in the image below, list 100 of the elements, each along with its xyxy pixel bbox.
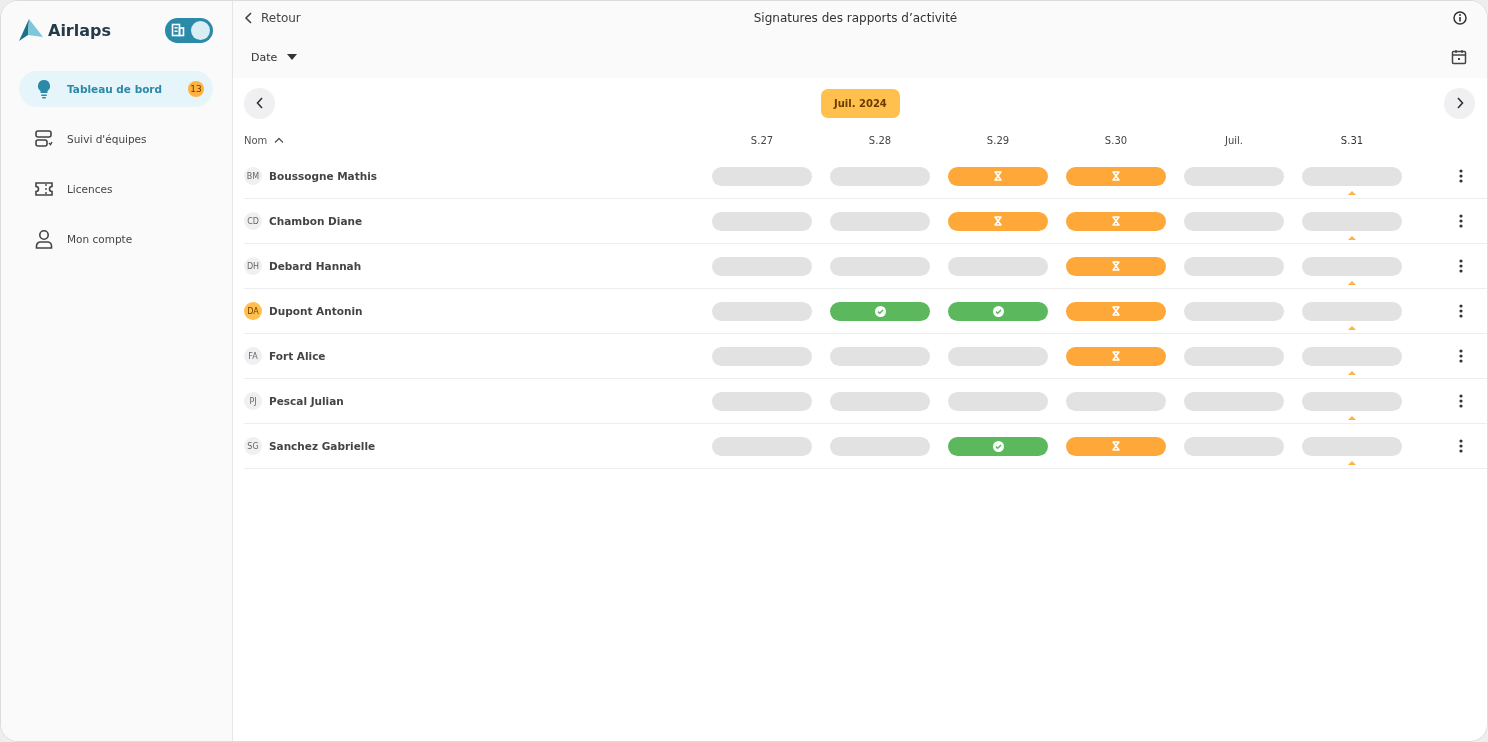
- pending-status-pill[interactable]: [1066, 436, 1166, 456]
- status-pill[interactable]: [1302, 211, 1402, 231]
- chevron-left-icon: [255, 97, 264, 109]
- info-icon[interactable]: [1453, 11, 1467, 25]
- status-pill[interactable]: [830, 256, 930, 276]
- status-pill[interactable]: [712, 166, 812, 186]
- status-pill[interactable]: [948, 256, 1048, 276]
- status-pill[interactable]: [1184, 391, 1284, 411]
- status-pill[interactable]: [712, 391, 812, 411]
- status-pill[interactable]: [1302, 166, 1402, 186]
- status-pill[interactable]: [830, 346, 930, 366]
- employee-name: Sanchez Gabrielle: [269, 440, 376, 452]
- avatar-initials: SG: [244, 437, 262, 455]
- pending-status-pill[interactable]: [1066, 211, 1166, 231]
- brand-name: Airlaps: [48, 20, 111, 40]
- employee-name: Boussogne Mathis: [269, 170, 378, 182]
- status-pill[interactable]: [1184, 211, 1284, 231]
- employee-name: Debard Hannah: [269, 260, 362, 272]
- status-pill[interactable]: [830, 436, 930, 456]
- kebab-icon: [1459, 304, 1463, 318]
- status-pill[interactable]: [1302, 301, 1402, 321]
- status-pill[interactable]: [1302, 391, 1402, 411]
- status-pill[interactable]: [1184, 346, 1284, 366]
- signed-status-pill[interactable]: [948, 301, 1048, 321]
- column-header: S.31: [1340, 134, 1364, 146]
- hourglass-icon: [1112, 216, 1120, 226]
- mode-toggle[interactable]: [165, 17, 213, 43]
- status-pill[interactable]: [830, 391, 930, 411]
- sidebar-item[interactable]: Licences: [19, 171, 213, 207]
- column-header: S.30: [1104, 134, 1128, 146]
- more-options-button[interactable]: [1457, 347, 1465, 365]
- building-icon: [171, 22, 185, 37]
- status-pill[interactable]: [1184, 166, 1284, 186]
- avatar-initials: PJ: [244, 392, 262, 410]
- more-options-button[interactable]: [1457, 212, 1465, 230]
- back-button[interactable]: Retour: [244, 11, 301, 25]
- lightbulb-icon: [35, 79, 53, 99]
- sidebar-item[interactable]: Mon compte: [19, 221, 213, 257]
- hourglass-icon: [1112, 306, 1120, 316]
- date-filter-dropdown[interactable]: Date: [244, 50, 298, 64]
- sidebar-item[interactable]: Tableau de bord 13: [19, 71, 213, 107]
- more-options-button[interactable]: [1457, 437, 1465, 455]
- hourglass-icon: [1112, 171, 1120, 181]
- pending-status-pill[interactable]: [1066, 346, 1166, 366]
- more-options-button[interactable]: [1457, 392, 1465, 410]
- chevron-left-icon: [244, 12, 254, 24]
- column-header: S.27: [750, 134, 774, 146]
- employee-name: Dupont Antonin: [269, 305, 363, 317]
- calendar-icon[interactable]: [1451, 49, 1467, 65]
- check-circle-icon: [874, 305, 886, 317]
- column-header: S.29: [986, 134, 1010, 146]
- status-pill[interactable]: [1066, 391, 1166, 411]
- count-badge: 13: [188, 81, 204, 97]
- status-pill[interactable]: [1184, 301, 1284, 321]
- avatar-initials: DH: [244, 257, 262, 275]
- signed-status-pill[interactable]: [948, 436, 1048, 456]
- status-pill[interactable]: [712, 211, 812, 231]
- status-pill[interactable]: [1302, 436, 1402, 456]
- more-options-button[interactable]: [1457, 257, 1465, 275]
- status-pill[interactable]: [712, 301, 812, 321]
- check-circle-icon: [992, 305, 1004, 317]
- status-pill[interactable]: [712, 256, 812, 276]
- pending-status-pill[interactable]: [1066, 301, 1166, 321]
- logo-icon: [19, 19, 43, 41]
- name-column-header[interactable]: Nom: [244, 134, 285, 146]
- page-title: Signatures des rapports d’activité: [753, 11, 958, 25]
- more-options-button[interactable]: [1457, 167, 1465, 185]
- pending-status-pill[interactable]: [1066, 166, 1166, 186]
- kebab-icon: [1459, 394, 1463, 408]
- kebab-icon: [1459, 169, 1463, 183]
- more-options-button[interactable]: [1457, 302, 1465, 320]
- status-pill[interactable]: [830, 211, 930, 231]
- status-pill[interactable]: [948, 391, 1048, 411]
- employee-name: Chambon Diane: [269, 215, 363, 227]
- sort-up-icon: [274, 137, 285, 143]
- status-pill[interactable]: [948, 346, 1048, 366]
- status-pill[interactable]: [712, 346, 812, 366]
- sidebar-item[interactable]: Suivi d'équipes: [19, 121, 213, 157]
- ticket-icon: [35, 182, 53, 196]
- signed-status-pill[interactable]: [830, 301, 930, 321]
- status-pill[interactable]: [1302, 256, 1402, 276]
- hourglass-icon: [994, 171, 1002, 181]
- status-pill[interactable]: [830, 166, 930, 186]
- caret-down-icon: [287, 54, 298, 60]
- next-button[interactable]: [1444, 87, 1475, 119]
- status-pill[interactable]: [1302, 346, 1402, 366]
- status-pill[interactable]: [1184, 256, 1284, 276]
- status-pill[interactable]: [1184, 436, 1284, 456]
- pending-status-pill[interactable]: [948, 211, 1048, 231]
- kebab-icon: [1459, 349, 1463, 363]
- pending-status-pill[interactable]: [1066, 256, 1166, 276]
- pending-status-pill[interactable]: [948, 166, 1048, 186]
- chevron-right-icon: [1455, 97, 1464, 109]
- employee-name: Pescal Julian: [269, 395, 344, 407]
- avatar-initials: FA: [244, 347, 262, 365]
- previous-button[interactable]: [244, 87, 275, 119]
- team-icon: [35, 130, 53, 148]
- hourglass-icon: [994, 216, 1002, 226]
- status-pill[interactable]: [712, 436, 812, 456]
- column-header: Juil.: [1225, 134, 1243, 146]
